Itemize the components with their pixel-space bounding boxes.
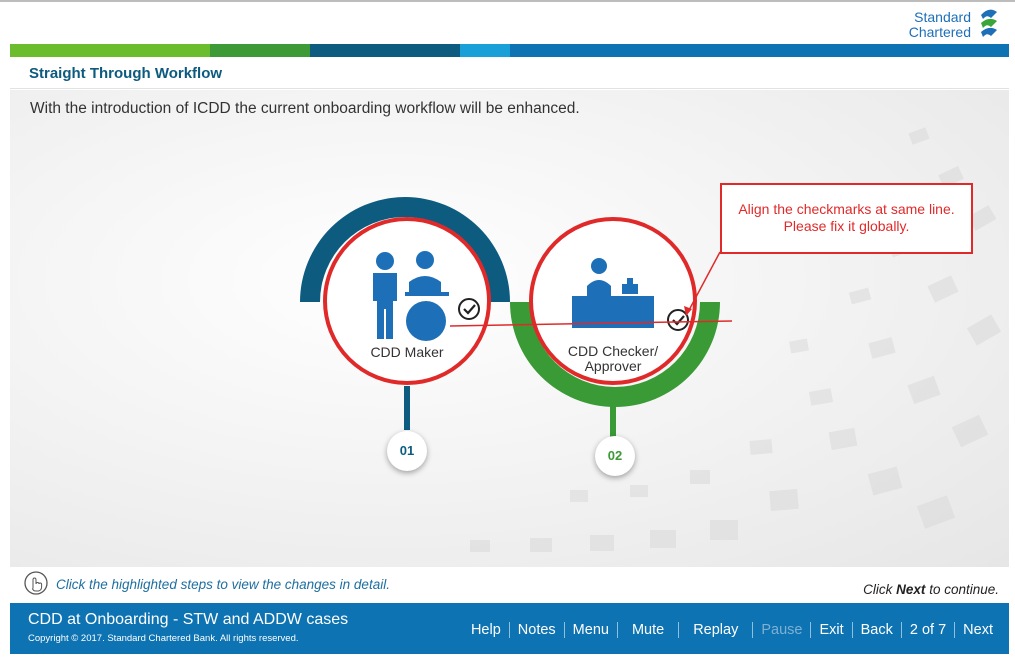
footer-nav: Help Notes Menu Mute Replay Pause Exit B… xyxy=(463,622,1001,638)
pointer-hand-icon xyxy=(24,571,48,595)
help-button[interactable]: Help xyxy=(463,622,509,638)
brand-mark-icon xyxy=(981,9,997,37)
step-2-label-line-1: CDD Checker/ xyxy=(567,343,659,359)
footer: CDD at Onboarding - STW and ADDW cases C… xyxy=(10,603,1009,654)
workflow-diagram xyxy=(300,197,733,438)
copyright-text: Copyright © 2017. Standard Chartered Ban… xyxy=(28,633,299,644)
instruction-hint: Click the highlighted steps to view the … xyxy=(56,577,390,592)
exit-button[interactable]: Exit xyxy=(810,622,851,638)
callout-line-1: Align the checkmarks at same line. xyxy=(738,201,955,217)
callout-line-2: Please fix it globally. xyxy=(783,218,910,234)
step-2-label: CDD Checker/ Approver xyxy=(553,344,673,374)
course-title: CDD at Onboarding - STW and ADDW cases xyxy=(28,611,349,628)
notes-button[interactable]: Notes xyxy=(508,622,564,638)
mute-button[interactable]: Mute xyxy=(616,622,678,638)
step-1-label: CDD Maker xyxy=(370,344,444,360)
pause-button: Pause xyxy=(752,622,810,638)
step-2-number-badge[interactable]: 02 xyxy=(595,436,635,476)
app-frame: Standard Chartered Straight Through Work… xyxy=(0,0,1015,664)
replay-button[interactable]: Replay xyxy=(678,622,752,638)
step-2-checkmark-icon xyxy=(667,309,689,331)
step-1-checkmark-icon xyxy=(458,298,480,320)
step-2-stem xyxy=(610,406,616,438)
page-counter: 2 of 7 xyxy=(900,622,954,638)
brand-logo: Standard Chartered xyxy=(909,6,1001,44)
review-callout: Align the checkmarks at same line. Pleas… xyxy=(720,183,973,254)
main-content: With the introduction of ICDD the curren… xyxy=(10,90,1009,567)
step-1-stem xyxy=(404,386,410,430)
color-bar xyxy=(10,44,1009,57)
header: Standard Chartered xyxy=(10,4,1009,44)
step-2-label-line-2: Approver xyxy=(584,358,642,374)
back-button[interactable]: Back xyxy=(851,622,901,638)
menu-button[interactable]: Menu xyxy=(563,622,617,638)
page-title: Straight Through Workflow xyxy=(29,65,223,82)
brand-name: Standard Chartered xyxy=(909,10,971,40)
brand-line-1: Standard xyxy=(914,9,971,25)
brand-line-2: Chartered xyxy=(908,24,971,40)
continue-hint: Click Next to continue. xyxy=(863,582,999,597)
instruction-row: Click the highlighted steps to view the … xyxy=(10,567,1009,603)
step-1-number-badge[interactable]: 01 xyxy=(387,431,427,471)
next-button[interactable]: Next xyxy=(954,622,1001,638)
title-row: Straight Through Workflow xyxy=(10,57,1009,89)
